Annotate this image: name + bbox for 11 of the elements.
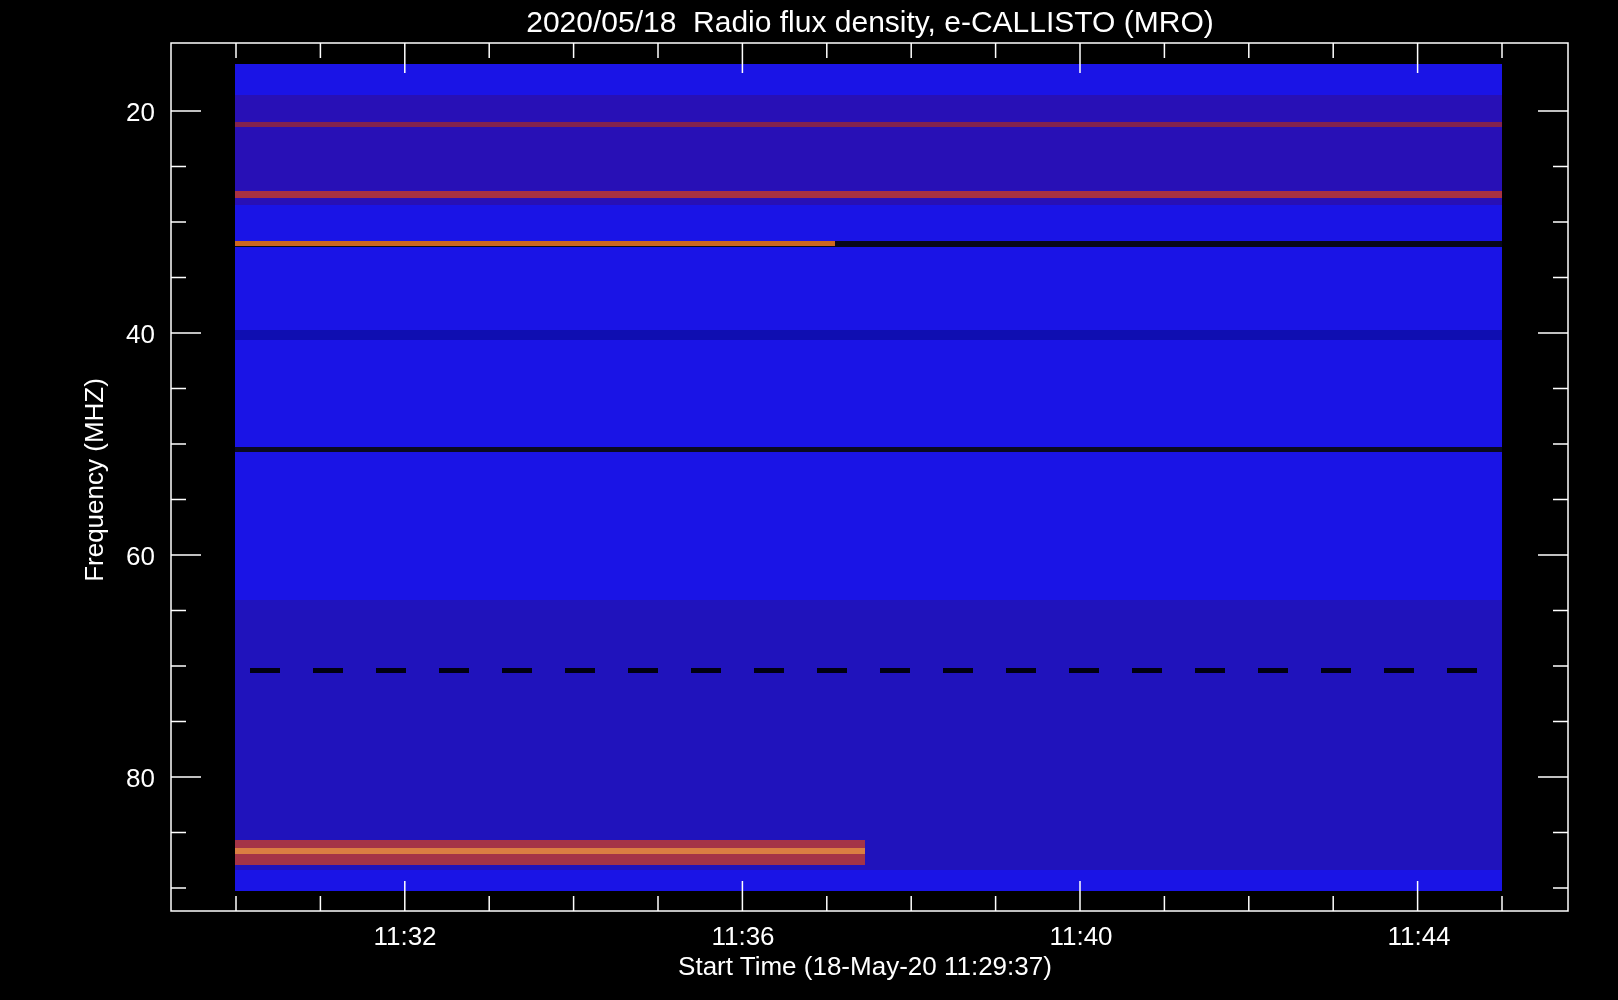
x-axis-label: Start Time (18-May-20 11:29:37) — [678, 951, 1052, 981]
y-tick-label: 60 — [126, 541, 155, 571]
x-tick-label: 11:40 — [1049, 921, 1113, 951]
x-tick-label: 11:44 — [1387, 921, 1451, 951]
x-tick-label: 11:32 — [373, 921, 437, 951]
x-tick-label: 11:36 — [711, 921, 775, 951]
y-tick-label: 80 — [126, 763, 155, 793]
y-axis-label: Frequency (MHZ) — [79, 378, 109, 582]
chart-title: 2020/05/18 Radio flux density, e-CALLISTO (MRO) — [526, 5, 1214, 38]
y-tick-label: 20 — [126, 97, 155, 127]
y-tick-label: 40 — [126, 319, 155, 349]
